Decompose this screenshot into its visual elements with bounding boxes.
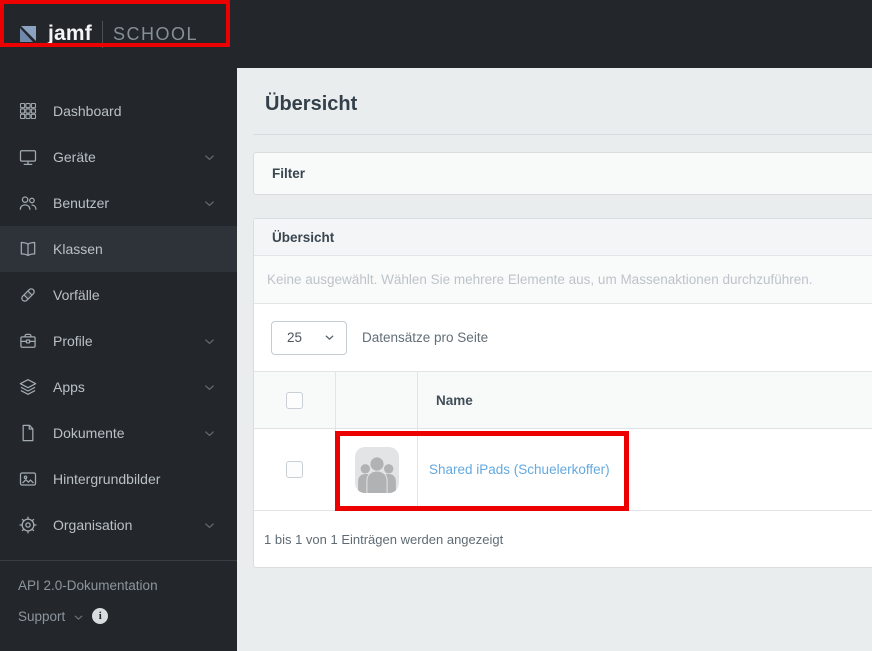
row-avatar-cell bbox=[336, 429, 418, 510]
chevron-down-icon bbox=[74, 615, 83, 620]
gear-icon bbox=[19, 516, 37, 534]
name-column-header[interactable]: Name bbox=[418, 372, 872, 428]
monitor-icon bbox=[19, 150, 37, 165]
grid-icon bbox=[19, 102, 37, 120]
sidebar-item-klassen[interactable]: Klassen bbox=[0, 226, 237, 272]
chevron-down-icon bbox=[205, 154, 214, 160]
select-all-cell bbox=[254, 372, 336, 428]
layers-icon bbox=[19, 379, 37, 395]
page-size-value: 25 bbox=[287, 330, 303, 345]
brand-product: SCHOOL bbox=[112, 23, 199, 44]
sidebar-item-label: Klassen bbox=[53, 241, 103, 257]
sidebar-item-label: Benutzer bbox=[53, 195, 110, 211]
api-doc-link[interactable]: API 2.0-Dokumentation bbox=[18, 578, 219, 593]
class-group-avatar bbox=[354, 446, 399, 493]
users-icon bbox=[19, 196, 37, 210]
chevron-down-icon bbox=[205, 384, 214, 390]
sidebar-item-benutzer[interactable]: Benutzer bbox=[0, 180, 237, 226]
sidebar-item-dashboard[interactable]: Dashboard bbox=[0, 88, 237, 134]
wallpaper-icon bbox=[19, 472, 37, 486]
brand-logo: jamf SCHOOL bbox=[0, 0, 237, 68]
document-icon bbox=[22, 424, 34, 442]
row-name-cell: Shared iPads (Schuelerkoffer) bbox=[418, 429, 872, 510]
sidebar-footer: API 2.0-Dokumentation Support i bbox=[0, 560, 237, 624]
support-label: Support bbox=[18, 608, 66, 624]
bulk-action-message: Keine ausgewählt. Wählen Sie mehrere Ele… bbox=[254, 256, 872, 304]
chevron-down-icon bbox=[205, 200, 214, 206]
sidebar-item-geraete[interactable]: Geräte bbox=[0, 134, 237, 180]
sidebar-item-label: Apps bbox=[53, 379, 85, 395]
image-header-cell bbox=[336, 372, 418, 428]
sidebar-item-label: Profile bbox=[53, 333, 93, 349]
sidebar-item-hintergrundbilder[interactable]: Hintergrundbilder bbox=[0, 456, 237, 502]
title-divider bbox=[253, 134, 872, 135]
sidebar-item-dokumente[interactable]: Dokumente bbox=[0, 410, 237, 456]
content-area: Übersicht Filter Übersicht Keine ausgewä… bbox=[237, 68, 872, 651]
sidebar-item-apps[interactable]: Apps bbox=[0, 364, 237, 410]
toolbox-icon bbox=[20, 333, 36, 348]
chevron-down-icon bbox=[325, 335, 334, 341]
table-row[interactable]: Shared iPads (Schuelerkoffer) bbox=[254, 429, 872, 511]
page-size-row: 25 Datensätze pro Seite bbox=[254, 304, 872, 372]
sidebar-item-label: Dokumente bbox=[53, 425, 125, 441]
overview-panel: Übersicht Keine ausgewählt. Wählen Sie m… bbox=[253, 218, 872, 568]
chevron-down-icon bbox=[205, 338, 214, 344]
jamf-logo-icon bbox=[20, 26, 36, 42]
page-title: Übersicht bbox=[265, 93, 358, 115]
brand-name: jamf bbox=[48, 22, 92, 45]
chevron-down-icon bbox=[205, 522, 214, 528]
sidebar-item-vorfaelle[interactable]: Vorfälle bbox=[0, 272, 237, 318]
group-silhouette-icon bbox=[357, 456, 396, 493]
filter-label: Filter bbox=[272, 166, 306, 181]
panel-title: Übersicht bbox=[254, 219, 872, 256]
sidebar-item-label: Vorfälle bbox=[53, 287, 100, 303]
sidebar-item-label: Geräte bbox=[53, 149, 96, 165]
support-menu[interactable]: Support i bbox=[18, 608, 219, 624]
sidebar-item-organisation[interactable]: Organisation bbox=[0, 502, 237, 548]
filter-panel-header[interactable]: Filter bbox=[253, 152, 872, 195]
sidebar-item-label: Hintergrundbilder bbox=[53, 471, 161, 487]
app-window: jamf SCHOOL Dashboard Geräte Benutzer Kl… bbox=[0, 0, 872, 651]
table-header-row: Name bbox=[254, 372, 872, 429]
row-checkbox[interactable] bbox=[286, 461, 303, 478]
class-link[interactable]: Shared iPads (Schuelerkoffer) bbox=[429, 462, 610, 477]
info-icon[interactable]: i bbox=[92, 608, 109, 624]
row-checkbox-cell bbox=[254, 429, 336, 510]
bandage-icon bbox=[21, 288, 35, 302]
sidebar-item-label: Dashboard bbox=[53, 103, 122, 119]
sidebar: jamf SCHOOL Dashboard Geräte Benutzer Kl… bbox=[0, 0, 237, 651]
book-icon bbox=[20, 241, 36, 257]
sidebar-nav: Dashboard Geräte Benutzer Klassen Vorfäl… bbox=[0, 68, 237, 548]
main-area: Übersicht Filter Übersicht Keine ausgewä… bbox=[237, 0, 872, 651]
select-all-checkbox[interactable] bbox=[286, 391, 303, 409]
page-size-select[interactable]: 25 bbox=[271, 320, 347, 355]
table-entries-info: 1 bis 1 von 1 Einträgen werden angezeigt bbox=[264, 531, 504, 547]
chevron-down-icon bbox=[205, 430, 214, 436]
page-size-label: Datensätze pro Seite bbox=[362, 330, 489, 345]
sidebar-item-profile[interactable]: Profile bbox=[0, 318, 237, 364]
brand-divider bbox=[101, 20, 103, 48]
top-bar bbox=[237, 0, 872, 68]
sidebar-item-label: Organisation bbox=[53, 517, 133, 533]
